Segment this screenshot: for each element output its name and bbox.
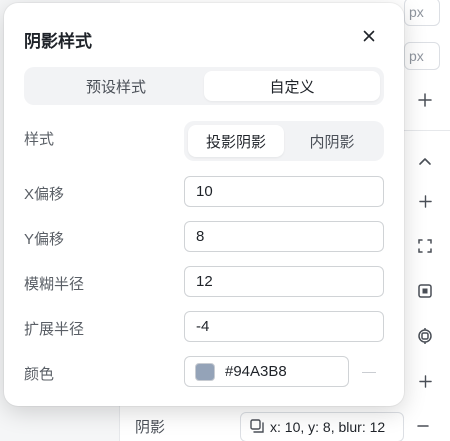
shadow-summary-chip[interactable]: x: 10, y: 8, blur: 12	[240, 412, 404, 441]
color-swatch[interactable]	[195, 362, 215, 381]
plus-icon[interactable]	[414, 370, 436, 392]
fit-icon[interactable]	[414, 280, 436, 302]
dialog-title: 阴影样式	[24, 32, 92, 51]
expand-icon[interactable]	[414, 235, 436, 257]
remove-color-button[interactable]: —	[362, 361, 376, 381]
shadow-type-toggle: 投影阴影 内阴影	[184, 121, 384, 161]
chevron-up-icon[interactable]	[414, 151, 436, 173]
color-label: 颜色	[24, 366, 55, 383]
spread-radius-input[interactable]	[184, 311, 384, 342]
color-picker-field[interactable]: #94A3B8	[184, 356, 349, 387]
unit-field-1[interactable]: px	[404, 0, 440, 26]
style-label: 样式	[24, 131, 55, 148]
x-offset-input[interactable]	[184, 176, 384, 207]
spread-radius-label: 扩展半径	[24, 321, 85, 338]
close-button[interactable]	[358, 25, 380, 47]
tab-custom[interactable]: 自定义	[204, 71, 380, 101]
close-icon	[363, 30, 375, 42]
blur-radius-input[interactable]	[184, 266, 384, 297]
color-hex-value: #94A3B8	[225, 363, 287, 380]
tab-preset[interactable]: 预设样式	[28, 71, 204, 101]
background-divider-left	[119, 400, 120, 441]
unit-field-2[interactable]: px	[404, 42, 440, 70]
ring-icon[interactable]	[414, 325, 436, 347]
shadow-property-label: 阴影	[135, 419, 166, 436]
background-divider	[404, 130, 450, 131]
x-offset-label: X偏移	[24, 186, 65, 203]
y-offset-label: Y偏移	[24, 231, 65, 248]
option-inner-shadow[interactable]: 内阴影	[284, 125, 380, 157]
shadow-summary-text: x: 10, y: 8, blur: 12	[270, 419, 386, 435]
mode-tabs: 预设样式 自定义	[24, 67, 384, 105]
blur-radius-label: 模糊半径	[24, 276, 85, 293]
plus-icon[interactable]	[414, 190, 436, 212]
option-drop-shadow[interactable]: 投影阴影	[188, 125, 284, 157]
plus-icon[interactable]	[414, 89, 436, 111]
shadow-icon	[250, 418, 264, 436]
shadow-style-dialog: 阴影样式 预设样式 自定义 样式 投影阴影 内阴影 X偏移 Y偏移 模糊半径 扩…	[4, 3, 404, 406]
minus-icon[interactable]	[417, 416, 429, 437]
y-offset-input[interactable]	[184, 221, 384, 252]
